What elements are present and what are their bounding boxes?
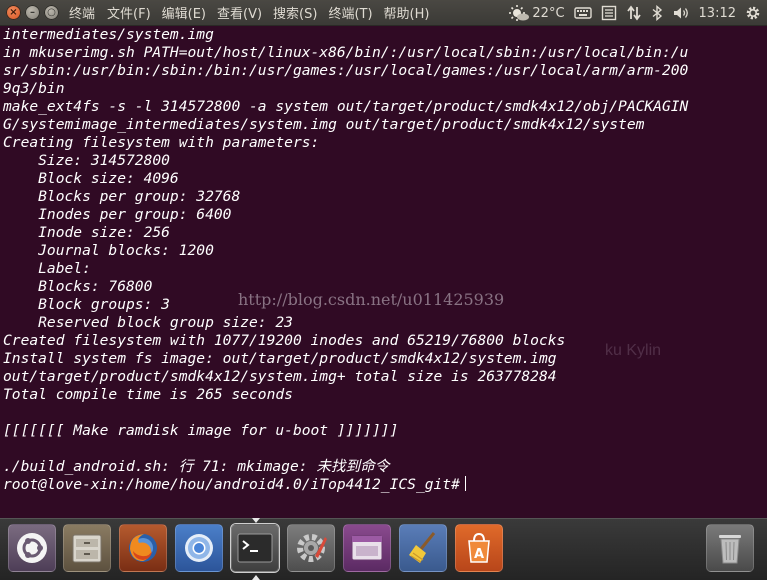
trash-icon xyxy=(719,535,741,564)
terminal-line: [[[[[[[ Make ramdisk image for u-boot ]]… xyxy=(3,422,399,439)
ubuntu-dash-icon xyxy=(17,533,47,563)
terminal-line: Creating filesystem with parameters: xyxy=(3,134,320,151)
launcher-dock: A xyxy=(0,518,767,580)
terminal-line: G/systemimage_intermediates/system.img o… xyxy=(3,116,645,133)
clock[interactable]: 13:12 xyxy=(699,6,736,21)
settings-icon xyxy=(297,534,327,562)
terminal-line: Inode size: 256 xyxy=(3,224,170,241)
watermark: http://blog.csdn.net/u011425939 xyxy=(238,290,505,309)
close-icon: × xyxy=(9,6,18,18)
terminal-line: Block groups: 3 xyxy=(3,296,170,313)
menu-file[interactable]: 文件(F) xyxy=(107,3,151,22)
software-center-icon: A xyxy=(468,532,490,563)
running-app-indicator xyxy=(252,575,260,580)
terminal-line: Block size: 4096 xyxy=(3,170,179,187)
network-indicator[interactable] xyxy=(626,5,642,21)
terminal-line: Reserved block group size: 23 xyxy=(3,314,293,331)
terminal-line: in mkuserimg.sh PATH=out/host/linux-x86/… xyxy=(3,44,689,61)
dock-item-chromium[interactable] xyxy=(175,524,223,572)
dock-item-settings[interactable] xyxy=(287,524,335,572)
session-indicator[interactable] xyxy=(745,5,761,21)
svg-text:A: A xyxy=(474,547,484,562)
terminal-line: Total compile time is 265 seconds xyxy=(3,386,293,403)
maximize-icon: ○ xyxy=(47,6,56,18)
screen-recorder-icon xyxy=(351,535,383,561)
minimize-icon: – xyxy=(30,6,35,18)
terminal-line: Inodes per group: 6400 xyxy=(3,206,232,223)
dock-item-firefox[interactable] xyxy=(119,524,167,572)
terminal-icon xyxy=(237,533,273,563)
dock-item-screen-recorder[interactable] xyxy=(343,524,391,572)
bluetooth-indicator[interactable] xyxy=(651,5,663,21)
terminal-line: Size: 314572800 xyxy=(3,152,170,169)
dock-item-cleaner[interactable] xyxy=(399,524,447,572)
dock-item-trash[interactable] xyxy=(706,524,754,572)
terminal-line: 9q3/bin xyxy=(3,80,65,97)
terminal-line: Blocks: 76800 xyxy=(3,278,153,295)
mail-icon xyxy=(601,5,616,21)
bluetooth-icon xyxy=(652,5,662,21)
terminal-line: out/target/product/smdk4x12/system.img+ … xyxy=(3,368,557,385)
sound-indicator[interactable] xyxy=(672,5,690,21)
terminal-line: Journal blocks: 1200 xyxy=(3,242,214,259)
background-ghost-text: ku Kylin xyxy=(605,342,662,359)
text-cursor xyxy=(464,476,466,491)
terminal-line: Created filesystem with 1077/19200 inode… xyxy=(3,332,566,349)
top-panel: × – ○ 终端 文件(F) 编辑(E) 查看(V) 搜索(S) 终端(T) 帮… xyxy=(0,0,767,26)
terminal-line: Blocks per group: 32768 xyxy=(3,188,241,205)
weather-temp: 22°C xyxy=(532,5,565,21)
volume-icon xyxy=(673,7,688,19)
terminal-window[interactable]: intermediates/system.img in mkuserimg.sh… xyxy=(0,26,767,518)
weather-sun-icon xyxy=(509,5,530,21)
dock-item-software-center[interactable]: A xyxy=(455,524,503,572)
gear-icon xyxy=(746,6,760,20)
terminal-prompt: root@love-xin:/home/hou/android4.0/iTop4… xyxy=(3,476,460,493)
files-icon xyxy=(72,534,102,563)
terminal-line: ./build_android.sh: 行 71: mkimage: 未找到命令 xyxy=(3,458,390,475)
dock-item-terminal[interactable] xyxy=(231,524,279,572)
dock-item-dash[interactable] xyxy=(8,524,56,572)
terminal-line: intermediates/system.img xyxy=(3,26,214,43)
keyboard-indicator[interactable] xyxy=(573,6,592,20)
menu-terminal[interactable]: 终端(T) xyxy=(328,3,372,22)
terminal-line: make_ext4fs -s -l 314572800 -a system ou… xyxy=(3,98,689,115)
cleaner-broom-icon xyxy=(409,532,436,563)
maximize-button[interactable]: ○ xyxy=(44,5,59,20)
app-title: 终端 xyxy=(69,7,96,22)
terminal-line: Install system fs image: out/target/prod… xyxy=(3,350,557,367)
menu-view[interactable]: 查看(V) xyxy=(217,3,262,22)
network-arrows-icon xyxy=(626,5,641,21)
indicator-area: 22°C 13:12 xyxy=(508,0,761,26)
keyboard-icon xyxy=(573,7,592,19)
terminal-line: Label: xyxy=(3,260,91,277)
dock-item-files[interactable] xyxy=(63,524,111,572)
active-window-indicator xyxy=(252,518,260,523)
terminal-line: sr/sbin:/usr/bin:/sbin:/bin:/usr/games:/… xyxy=(3,62,689,79)
menu-bar: 文件(F) 编辑(E) 查看(V) 搜索(S) 终端(T) 帮助(H) xyxy=(107,3,429,22)
terminal-output: intermediates/system.img in mkuserimg.sh… xyxy=(0,26,767,494)
minimize-button[interactable]: – xyxy=(25,5,40,20)
messaging-indicator[interactable] xyxy=(601,5,617,21)
window-controls: × – ○ xyxy=(6,5,59,20)
weather-indicator[interactable]: 22°C xyxy=(508,4,565,22)
chromium-icon xyxy=(185,534,213,562)
menu-edit[interactable]: 编辑(E) xyxy=(162,3,206,22)
firefox-icon xyxy=(129,534,157,562)
menu-search[interactable]: 搜索(S) xyxy=(273,3,317,22)
close-button[interactable]: × xyxy=(6,5,21,20)
menu-help[interactable]: 帮助(H) xyxy=(384,3,430,22)
